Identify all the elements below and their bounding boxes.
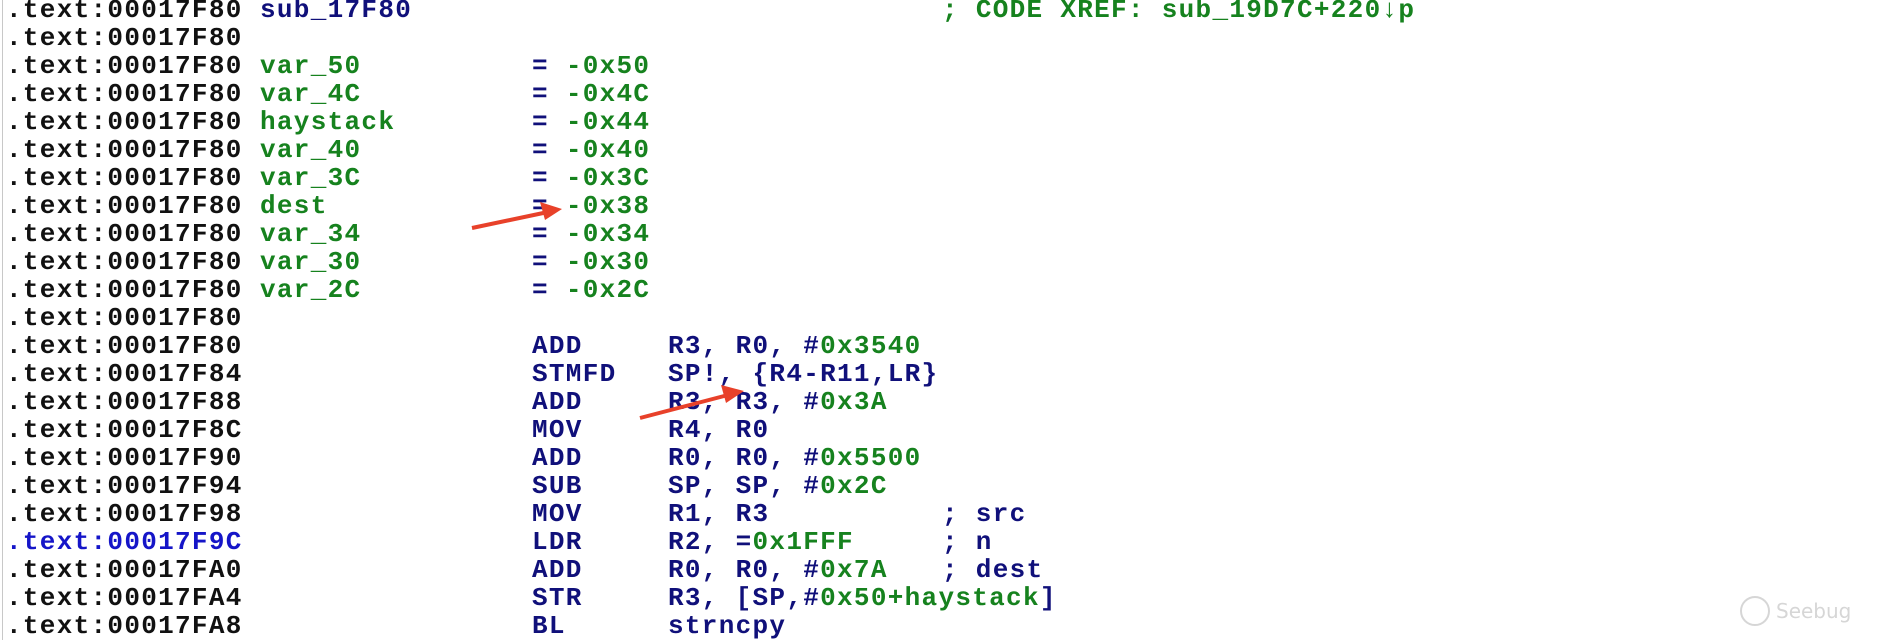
annotation-arrows — [471, 202, 744, 420]
red-arrow-dest — [471, 202, 562, 230]
red-arrow-stmfd — [639, 385, 744, 420]
seebug-watermark: Seebug — [1740, 596, 1851, 626]
seebug-logo-icon — [1740, 596, 1770, 626]
watermark-text: Seebug — [1776, 599, 1852, 623]
